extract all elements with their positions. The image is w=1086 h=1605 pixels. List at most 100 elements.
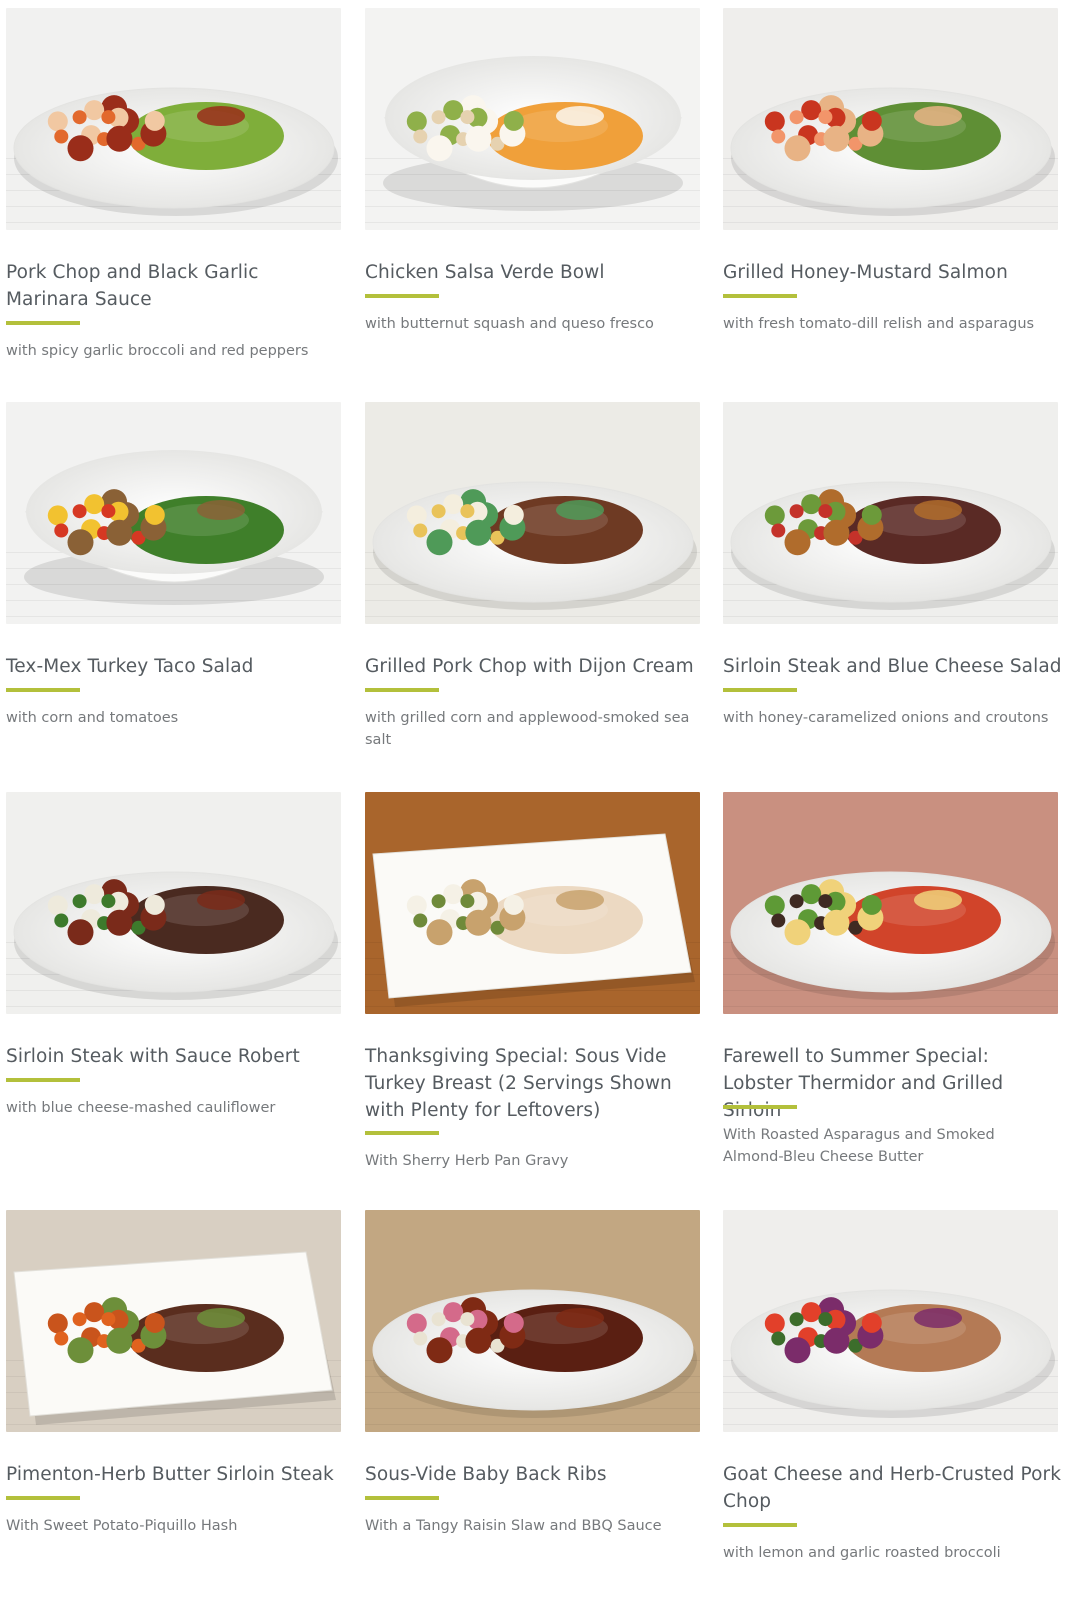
meal-photo[interactable] xyxy=(723,1210,1058,1432)
title-underline xyxy=(365,688,439,692)
title-underline xyxy=(6,688,80,692)
side-food xyxy=(503,894,524,915)
side-food xyxy=(443,884,464,905)
side-food xyxy=(101,1312,116,1327)
garnish xyxy=(914,500,962,520)
side-food xyxy=(413,913,428,928)
meal-photo[interactable] xyxy=(6,792,341,1014)
side-food xyxy=(801,100,822,121)
meal-photo[interactable] xyxy=(6,8,341,230)
side-food xyxy=(443,100,464,121)
side-food xyxy=(784,1337,811,1364)
meal-title[interactable]: Sirloin Steak with Sauce Robert xyxy=(6,1043,346,1070)
side-food xyxy=(861,894,882,915)
meal-photo[interactable] xyxy=(6,1210,341,1432)
side-food xyxy=(818,894,833,909)
side-food xyxy=(503,504,524,525)
side-food xyxy=(84,884,105,905)
side-food xyxy=(789,110,804,125)
meal-title[interactable]: Farewell to Summer Special: Lobster Ther… xyxy=(723,1043,1063,1124)
food-illustration xyxy=(723,792,1058,1014)
meal-title[interactable]: Chicken Salsa Verde Bowl xyxy=(365,259,705,286)
side-food xyxy=(72,1312,87,1327)
garnish xyxy=(914,1308,962,1328)
side-food xyxy=(503,1312,524,1333)
side-food xyxy=(84,494,105,515)
side-food xyxy=(823,519,850,546)
meal-subtitle: with butternut squash and queso fresco xyxy=(365,316,654,332)
side-food xyxy=(789,504,804,519)
meal-title[interactable]: Pimenton-Herb Butter Sirloin Steak xyxy=(6,1461,346,1488)
meal-title[interactable]: Grilled Honey-Mustard Salmon xyxy=(723,259,1063,286)
side-food xyxy=(764,1313,785,1334)
meal-subtitle: With a Tangy Raisin Slaw and BBQ Sauce xyxy=(365,1518,662,1534)
side-food xyxy=(861,504,882,525)
meal-photo[interactable] xyxy=(365,8,700,230)
meal-subtitle: With Sherry Herb Pan Gravy xyxy=(365,1153,569,1169)
side-food xyxy=(789,1312,804,1327)
meal-title[interactable]: Pork Chop and Black Garlic Marinara Sauc… xyxy=(6,259,346,313)
title-underline xyxy=(723,1523,797,1527)
meal-title[interactable]: Grilled Pork Chop with Dijon Cream xyxy=(365,653,705,680)
side-food xyxy=(47,111,68,132)
side-food xyxy=(503,110,524,131)
side-food xyxy=(413,1331,428,1346)
title-underline xyxy=(365,294,439,298)
side-food xyxy=(465,909,492,936)
side-food xyxy=(460,1312,475,1327)
side-food xyxy=(465,1327,492,1354)
side-food xyxy=(861,1312,882,1333)
meal-photo[interactable] xyxy=(6,402,341,624)
side-food xyxy=(84,1302,105,1323)
food-illustration xyxy=(365,8,700,230)
title-underline xyxy=(723,688,797,692)
side-food xyxy=(426,919,453,946)
garnish xyxy=(197,500,245,520)
side-food xyxy=(861,110,882,131)
side-food xyxy=(431,894,446,909)
meal-title[interactable]: Sirloin Steak and Blue Cheese Salad xyxy=(723,653,1063,680)
meal-photo[interactable] xyxy=(723,792,1058,1014)
side-food xyxy=(67,529,94,556)
meal-photo[interactable] xyxy=(723,8,1058,230)
side-food xyxy=(764,895,785,916)
side-food xyxy=(47,895,68,916)
meal-title[interactable]: Goat Cheese and Herb-Crusted Pork Chop xyxy=(723,1461,1063,1515)
side-food xyxy=(72,110,87,125)
meal-subtitle: with honey-caramelized onions and crouto… xyxy=(723,710,1049,726)
meal-title[interactable]: Tex-Mex Turkey Taco Salad xyxy=(6,653,346,680)
side-food xyxy=(406,1313,427,1334)
garnish xyxy=(197,890,245,910)
meal-photo[interactable] xyxy=(365,1210,700,1432)
side-food xyxy=(106,909,133,936)
side-food xyxy=(101,504,116,519)
side-food xyxy=(84,100,105,121)
meal-photo[interactable] xyxy=(723,402,1058,624)
side-food xyxy=(144,504,165,525)
side-food xyxy=(426,1337,453,1364)
meal-title[interactable]: Sous-Vide Baby Back Ribs xyxy=(365,1461,705,1488)
meal-photo[interactable] xyxy=(365,792,700,1014)
side-food xyxy=(426,135,453,162)
side-food xyxy=(818,110,833,125)
side-food xyxy=(106,125,133,152)
side-food xyxy=(54,523,69,538)
side-food xyxy=(54,129,69,144)
title-underline xyxy=(6,1078,80,1082)
side-food xyxy=(431,110,446,125)
side-food xyxy=(426,529,453,556)
side-food xyxy=(431,1312,446,1327)
meal-title[interactable]: Thanksgiving Special: Sous Vide Turkey B… xyxy=(365,1043,705,1124)
title-underline xyxy=(6,1496,80,1500)
side-food xyxy=(54,913,69,928)
side-food xyxy=(823,1327,850,1354)
side-food xyxy=(801,884,822,905)
side-food xyxy=(101,110,116,125)
side-food xyxy=(771,523,786,538)
side-food xyxy=(460,504,475,519)
meal-photo[interactable] xyxy=(365,402,700,624)
title-underline xyxy=(6,321,80,325)
food-illustration xyxy=(723,1210,1058,1432)
side-food xyxy=(431,504,446,519)
side-food xyxy=(460,110,475,125)
